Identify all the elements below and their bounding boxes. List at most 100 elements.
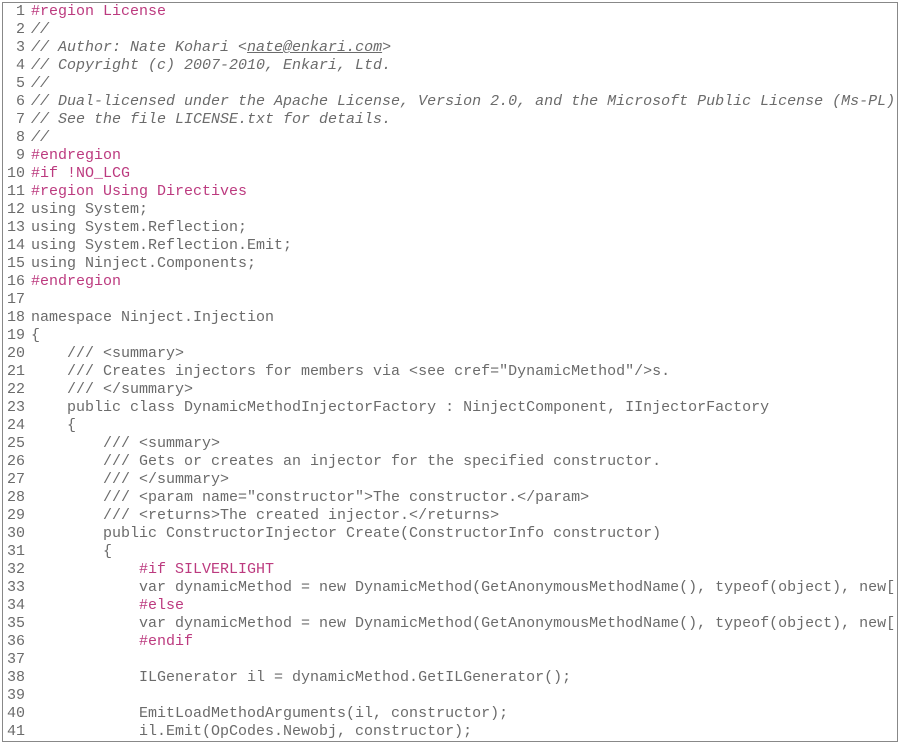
code-line: 23 public class DynamicMethodInjectorFac… bbox=[3, 399, 897, 417]
code-line: 18namespace Ninject.Injection bbox=[3, 309, 897, 327]
line-content: il.Emit(OpCodes.Newobj, constructor); bbox=[31, 723, 472, 741]
line-number: 26 bbox=[3, 453, 31, 471]
code-line: 25 /// <summary> bbox=[3, 435, 897, 453]
line-number: 5 bbox=[3, 75, 31, 93]
code-line: 20 /// <summary> bbox=[3, 345, 897, 363]
line-number: 27 bbox=[3, 471, 31, 489]
code-line: 2// bbox=[3, 21, 897, 39]
line-content: var dynamicMethod = new DynamicMethod(Ge… bbox=[31, 579, 898, 597]
code-line: 35 var dynamicMethod = new DynamicMethod… bbox=[3, 615, 897, 633]
line-content: // See the file LICENSE.txt for details. bbox=[31, 111, 391, 129]
code-line: 5// bbox=[3, 75, 897, 93]
code-line: 12using System; bbox=[3, 201, 897, 219]
code-line: 24 { bbox=[3, 417, 897, 435]
line-number: 15 bbox=[3, 255, 31, 273]
code-line: 9#endregion bbox=[3, 147, 897, 165]
line-content: #else bbox=[31, 597, 184, 615]
line-content: // bbox=[31, 129, 49, 147]
code-line: 14using System.Reflection.Emit; bbox=[3, 237, 897, 255]
line-number: 20 bbox=[3, 345, 31, 363]
line-number: 8 bbox=[3, 129, 31, 147]
line-number: 29 bbox=[3, 507, 31, 525]
code-line: 7// See the file LICENSE.txt for details… bbox=[3, 111, 897, 129]
line-content: #endif bbox=[31, 633, 193, 651]
line-number: 34 bbox=[3, 597, 31, 615]
line-content: { bbox=[31, 327, 40, 345]
line-content: // bbox=[31, 75, 49, 93]
line-number: 19 bbox=[3, 327, 31, 345]
code-line: 15using Ninject.Components; bbox=[3, 255, 897, 273]
line-number: 24 bbox=[3, 417, 31, 435]
line-content: /// <summary> bbox=[31, 345, 184, 363]
line-content: { bbox=[31, 543, 112, 561]
code-line: 6// Dual-licensed under the Apache Licen… bbox=[3, 93, 897, 111]
line-content: using System; bbox=[31, 201, 148, 219]
line-number: 10 bbox=[3, 165, 31, 183]
line-number: 6 bbox=[3, 93, 31, 111]
line-content: EmitLoadMethodArguments(il, constructor)… bbox=[31, 705, 508, 723]
code-line: 19{ bbox=[3, 327, 897, 345]
line-number: 25 bbox=[3, 435, 31, 453]
line-number: 4 bbox=[3, 57, 31, 75]
line-number: 13 bbox=[3, 219, 31, 237]
code-line: 29 /// <returns>The created injector.</r… bbox=[3, 507, 897, 525]
code-line: 28 /// <param name="constructor">The con… bbox=[3, 489, 897, 507]
line-content: /// Gets or creates an injector for the … bbox=[31, 453, 661, 471]
line-content: public class DynamicMethodInjectorFactor… bbox=[31, 399, 769, 417]
code-line: 36 #endif bbox=[3, 633, 897, 651]
line-number: 30 bbox=[3, 525, 31, 543]
code-viewer: 1#region License2//3// Author: Nate Koha… bbox=[2, 2, 898, 742]
code-line: 39 bbox=[3, 687, 897, 705]
code-line: 13using System.Reflection; bbox=[3, 219, 897, 237]
line-number: 39 bbox=[3, 687, 31, 705]
line-content: /// <summary> bbox=[31, 435, 220, 453]
line-content: /// Creates injectors for members via <s… bbox=[31, 363, 670, 381]
line-content: // bbox=[31, 21, 49, 39]
line-number: 31 bbox=[3, 543, 31, 561]
code-line: 21 /// Creates injectors for members via… bbox=[3, 363, 897, 381]
line-content: /// </summary> bbox=[31, 471, 229, 489]
code-line: 37 bbox=[3, 651, 897, 669]
code-line: 1#region License bbox=[3, 3, 897, 21]
line-number: 11 bbox=[3, 183, 31, 201]
line-content: ILGenerator il = dynamicMethod.GetILGene… bbox=[31, 669, 571, 687]
line-content: #endregion bbox=[31, 147, 121, 165]
line-content: /// <returns>The created injector.</retu… bbox=[31, 507, 499, 525]
line-number: 28 bbox=[3, 489, 31, 507]
line-content: // Author: Nate Kohari <nate@enkari.com> bbox=[31, 39, 391, 57]
code-line: 30 public ConstructorInjector Create(Con… bbox=[3, 525, 897, 543]
line-content: #if SILVERLIGHT bbox=[31, 561, 274, 579]
code-line: 11#region Using Directives bbox=[3, 183, 897, 201]
line-number: 37 bbox=[3, 651, 31, 669]
line-number: 40 bbox=[3, 705, 31, 723]
line-content: { bbox=[31, 417, 76, 435]
code-line: 27 /// </summary> bbox=[3, 471, 897, 489]
code-line: 31 { bbox=[3, 543, 897, 561]
code-line: 22 /// </summary> bbox=[3, 381, 897, 399]
line-content: // Copyright (c) 2007-2010, Enkari, Ltd. bbox=[31, 57, 391, 75]
line-content: /// </summary> bbox=[31, 381, 193, 399]
line-content: using Ninject.Components; bbox=[31, 255, 256, 273]
line-content: #region License bbox=[31, 3, 166, 21]
line-content: /// <param name="constructor">The constr… bbox=[31, 489, 589, 507]
code-line: 40 EmitLoadMethodArguments(il, construct… bbox=[3, 705, 897, 723]
line-content: using System.Reflection.Emit; bbox=[31, 237, 292, 255]
code-line: 17 bbox=[3, 291, 897, 309]
line-number: 41 bbox=[3, 723, 31, 741]
code-line: 3// Author: Nate Kohari <nate@enkari.com… bbox=[3, 39, 897, 57]
code-line: 16#endregion bbox=[3, 273, 897, 291]
code-line: 10#if !NO_LCG bbox=[3, 165, 897, 183]
line-content: var dynamicMethod = new DynamicMethod(Ge… bbox=[31, 615, 898, 633]
line-number: 22 bbox=[3, 381, 31, 399]
code-line: 8// bbox=[3, 129, 897, 147]
line-number: 21 bbox=[3, 363, 31, 381]
code-line: 33 var dynamicMethod = new DynamicMethod… bbox=[3, 579, 897, 597]
line-number: 17 bbox=[3, 291, 31, 309]
code-line: 38 ILGenerator il = dynamicMethod.GetILG… bbox=[3, 669, 897, 687]
code-line: 34 #else bbox=[3, 597, 897, 615]
line-number: 14 bbox=[3, 237, 31, 255]
line-content: #if !NO_LCG bbox=[31, 165, 130, 183]
line-content: #region Using Directives bbox=[31, 183, 247, 201]
line-content: #endregion bbox=[31, 273, 121, 291]
line-number: 18 bbox=[3, 309, 31, 327]
